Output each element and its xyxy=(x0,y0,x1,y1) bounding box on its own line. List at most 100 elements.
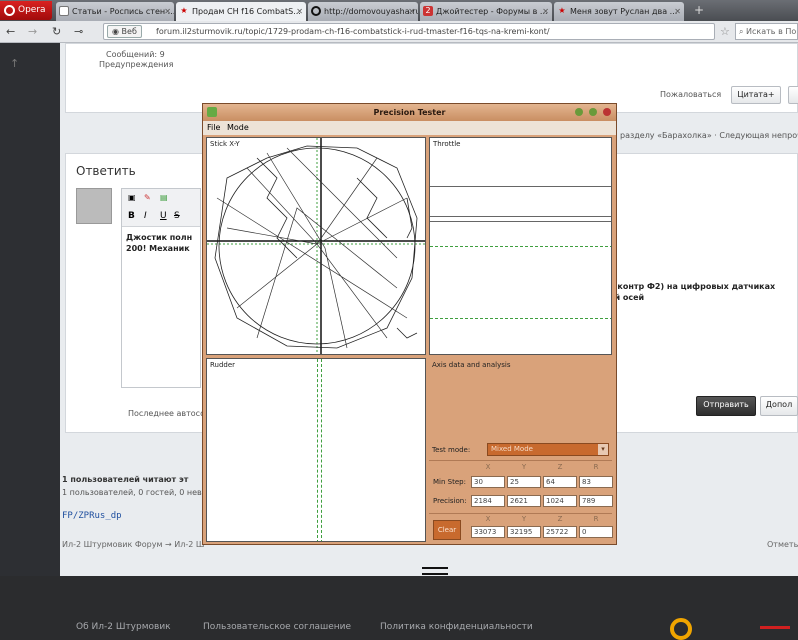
maximize-icon[interactable] xyxy=(589,108,597,116)
stick-trace-path xyxy=(214,145,418,349)
precision-x[interactable]: 2184 xyxy=(471,495,505,507)
more-options-button[interactable]: Допол xyxy=(760,396,798,416)
minimize-icon[interactable] xyxy=(575,108,583,116)
value-y[interactable]: 32195 xyxy=(507,526,541,538)
menu-file[interactable]: File xyxy=(207,121,220,135)
tab-articles[interactable]: Статьи - Роспись стен ... ✕ xyxy=(56,2,174,21)
editor-toolbar: ▣ ✎ ▤ B I U S xyxy=(122,189,200,227)
min-step-y[interactable]: 25 xyxy=(507,476,541,488)
tab-label: Статьи - Роспись стен ... xyxy=(72,7,174,16)
col-z: Z xyxy=(557,463,563,471)
topic-navigation[interactable]: разделу «Барахолка» · Следующая непрочт xyxy=(620,131,798,140)
eraser-icon[interactable]: ✎ xyxy=(144,193,151,202)
forward-arrow-icon[interactable]: → xyxy=(28,24,37,40)
precision-label: Precision: xyxy=(433,497,467,505)
new-tab-button[interactable]: + xyxy=(690,2,708,19)
tab-ruslan[interactable]: ★ Меня зовут Руслан два ... ✕ xyxy=(554,2,684,21)
quote-button[interactable]: Цитата+ xyxy=(731,86,781,104)
throttle-plot-label: Throttle xyxy=(433,140,461,148)
precision-y[interactable]: 2621 xyxy=(507,495,541,507)
close-icon[interactable]: ✕ xyxy=(164,2,171,21)
italic-button[interactable]: I xyxy=(144,211,147,221)
close-icon[interactable]: ✕ xyxy=(408,2,415,21)
col-x-2: X xyxy=(485,515,491,523)
footer-brand-mark-icon xyxy=(760,626,790,636)
grid-divider xyxy=(429,513,612,514)
strike-button[interactable]: S xyxy=(174,211,180,221)
clear-button[interactable]: Clear xyxy=(433,520,461,540)
scroll-up-arrow-icon[interactable]: ↑ xyxy=(10,57,19,70)
back-arrow-icon[interactable]: ← xyxy=(6,24,15,40)
close-icon[interactable] xyxy=(603,108,611,116)
opera-logo-icon xyxy=(4,5,15,16)
bookmark-star-icon[interactable]: ☆ xyxy=(720,24,730,40)
precision-r[interactable]: 789 xyxy=(579,495,613,507)
avatar xyxy=(76,188,112,224)
menu-mode[interactable]: Mode xyxy=(227,121,249,135)
tab-joytester[interactable]: 2 Джойтестер - Форумы в ... ✕ xyxy=(420,2,552,21)
metrics-grid: X Y Z R Min Step: 30 25 64 83 Precision:… xyxy=(429,460,613,542)
readers-sub: 1 пользователей, 0 гостей, 0 неви xyxy=(62,488,207,497)
tab-label: http://domovouyasha.ru/... xyxy=(324,7,418,16)
value-r[interactable]: 0 xyxy=(579,526,613,538)
key-icon[interactable]: ⊸ xyxy=(74,24,83,40)
value-z[interactable]: 25722 xyxy=(543,526,577,538)
test-mode-label: Test mode: xyxy=(432,446,471,454)
col-z-2: Z xyxy=(557,515,563,523)
source-icon[interactable]: ▣ xyxy=(128,193,136,202)
editor-left-part[interactable]: ▣ ✎ ▤ B I U S Джостик полн 200! Механик xyxy=(121,188,201,388)
stick-trace-svg xyxy=(207,138,425,354)
address-field[interactable]: ◉ Веб forum.il2sturmovik.ru/topic/1729-pr… xyxy=(103,23,715,40)
reply-title: Ответить xyxy=(76,164,136,178)
chevron-down-icon[interactable]: ▾ xyxy=(598,444,608,455)
stick-trace-path xyxy=(216,147,408,349)
col-r-2: R xyxy=(593,515,599,523)
rudder-plot: Rudder xyxy=(206,358,426,542)
throttle-guide-line xyxy=(430,318,611,319)
close-icon[interactable]: ✕ xyxy=(674,2,681,21)
ring-icon xyxy=(311,6,321,16)
footer-link-terms[interactable]: Пользовательское соглашение xyxy=(203,622,351,632)
table-icon[interactable]: ▤ xyxy=(160,193,168,202)
tab-domovouyasha[interactable]: http://domovouyasha.ru/...✕ xyxy=(308,2,418,21)
editor-text-line2: 200! Механик xyxy=(126,244,190,253)
min-step-z[interactable]: 64 xyxy=(543,476,577,488)
min-step-x[interactable]: 30 xyxy=(471,476,505,488)
star-icon: ★ xyxy=(558,6,566,15)
breadcrumb[interactable]: Ил-2 Штурмовик Форум → Ил-2 Ш xyxy=(62,540,204,549)
mark-read-link[interactable]: Отметь xyxy=(767,540,798,549)
search-field[interactable]: ⌕ Искать в Поис xyxy=(735,23,798,40)
col-y-2: Y xyxy=(521,515,527,523)
complain-link[interactable]: Пожаловаться xyxy=(660,90,721,99)
window-menubar: File Mode xyxy=(203,121,616,135)
tab-label: Меня зовут Руслан два ... xyxy=(570,7,678,16)
stick-xy-plot: Stick X-Y xyxy=(206,137,426,355)
min-step-r[interactable]: 83 xyxy=(579,476,613,488)
underline-button[interactable]: U xyxy=(160,211,167,221)
tab-prodam[interactable]: ★ Продам CH f16 CombatS... ✕ xyxy=(176,2,306,21)
col-r: R xyxy=(593,463,599,471)
value-x[interactable]: 33073 xyxy=(471,526,505,538)
messages-count: Сообщений: 9 xyxy=(106,50,165,59)
footer-link-about[interactable]: Об Ил-2 Штурмовик xyxy=(76,622,171,632)
address-toolbar: ← → ↻ ⊸ ◉ Веб forum.il2sturmovik.ru/topic… xyxy=(0,21,798,43)
reload-icon[interactable]: ↻ xyxy=(52,24,61,40)
warnings-link[interactable]: Предупреждения xyxy=(99,60,173,69)
bold-button[interactable]: B xyxy=(128,211,135,221)
search-icon: ⌕ xyxy=(739,27,747,36)
more-button[interactable] xyxy=(788,86,798,104)
opera-menu-button[interactable]: Opera xyxy=(0,1,52,20)
readers-block: 1 пользователей читают эт 1 пользователе… xyxy=(60,463,207,533)
star-icon: ★ xyxy=(180,6,188,15)
web-badge: ◉ Веб xyxy=(107,25,142,38)
readers-title: 1 пользователей читают эт xyxy=(62,475,189,484)
close-icon[interactable]: ✕ xyxy=(296,2,303,21)
window-titlebar[interactable]: Precision Tester xyxy=(203,104,616,121)
footer-logo-icon xyxy=(670,618,692,640)
test-mode-select[interactable]: Mixed Mode ▾ xyxy=(487,443,609,456)
footer-link-privacy[interactable]: Политика конфиденциальности xyxy=(380,622,533,632)
precision-z[interactable]: 1024 xyxy=(543,495,577,507)
username-link[interactable]: FP/ZPRus_dp xyxy=(62,511,122,521)
close-icon[interactable]: ✕ xyxy=(542,2,549,21)
send-button[interactable]: Отправить xyxy=(696,396,756,416)
